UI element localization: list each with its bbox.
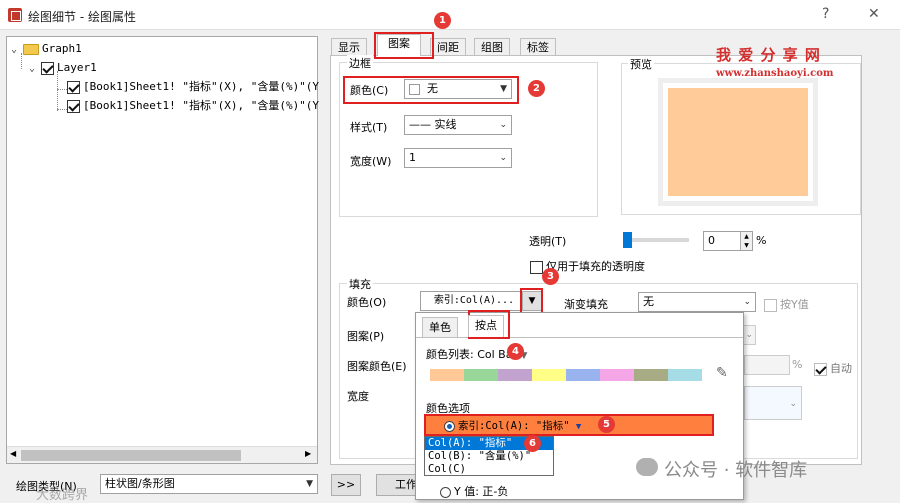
color-swatch[interactable]: [668, 369, 702, 381]
tree-horizontal-scrollbar[interactable]: ◀ ▶: [7, 446, 317, 463]
tree-node-layer[interactable]: ⌄ Layer1: [29, 60, 97, 76]
fill-group-label: 填充: [347, 276, 373, 292]
gradient-fill-label: 渐变填充: [564, 298, 608, 311]
scroll-thumb[interactable]: [21, 450, 241, 461]
scroll-left-icon[interactable]: ◀: [10, 449, 16, 458]
by-y-checkbox[interactable]: [764, 298, 777, 312]
transparency-slider[interactable]: [623, 232, 689, 248]
fill-width-select[interactable]: ⌄: [744, 386, 802, 420]
step-badge: 2: [528, 80, 545, 97]
chevron-down-icon[interactable]: ⌄: [11, 42, 23, 58]
fill-only-checkbox[interactable]: [530, 260, 543, 274]
y-value-option[interactable]: Y 值: 正-负: [440, 483, 508, 499]
step-badge: 5: [598, 416, 615, 433]
chevron-down-icon[interactable]: ⌄: [29, 61, 41, 77]
color-swatch[interactable]: [600, 369, 634, 381]
wechat-watermark: 公众号 · 软件智库: [664, 460, 808, 481]
spin-updown-icon[interactable]: ▲ ▼: [740, 232, 752, 250]
color-list-swatches[interactable]: [430, 369, 702, 381]
window-title: 绘图细节 - 绘图属性: [28, 10, 136, 24]
border-width-label: 宽度(W): [350, 155, 392, 168]
site-url-watermark: www.zhanshaoyi.com: [716, 68, 834, 79]
tab-display[interactable]: 显示: [331, 38, 367, 56]
fill-color-label: 颜色(O): [347, 296, 387, 309]
chevron-down-icon: ⌄: [743, 297, 751, 307]
annotation-box: [343, 76, 519, 104]
tab-by-point[interactable]: 按点: [468, 315, 504, 337]
transparency-label: 透明(T): [529, 235, 567, 248]
tree-node-plot[interactable]: [Book1]Sheet1! "指标"(X), "含量(%)"(Y: [67, 79, 319, 95]
pencil-icon[interactable]: ✎: [716, 365, 728, 381]
color-swatch[interactable]: [498, 369, 532, 381]
by-y-value-option[interactable]: 按Y值: [764, 296, 809, 312]
step-badge: 4: [507, 343, 524, 360]
border-group-label: 边框: [347, 55, 373, 71]
app-icon: [8, 8, 22, 22]
gradient-fill-select[interactable]: 无 ⌄: [638, 292, 756, 312]
chevron-down-icon[interactable]: ▼: [576, 422, 581, 432]
y-value-radio[interactable]: [440, 486, 451, 498]
step-badge: 3: [542, 268, 559, 285]
percent-unit: %: [792, 358, 803, 371]
chevron-down-icon: ▼: [306, 479, 313, 489]
plot-checkbox[interactable]: [67, 99, 80, 113]
border-style-label: 样式(T): [350, 121, 388, 134]
dropdown-item-col-c[interactable]: Col(C): [425, 463, 553, 475]
folder-icon: [23, 43, 39, 55]
pattern-color-label: 图案颜色(E): [347, 360, 407, 373]
chevron-down-icon: ⌄: [789, 399, 797, 409]
wechat-icon: [636, 458, 658, 476]
color-swatch[interactable]: [532, 369, 566, 381]
corner-watermark: 大数跨界: [36, 488, 89, 503]
plot-tree[interactable]: ⌄ Graph1 ⌄ Layer1 [Book1]Sheet1! "指标"(X), …: [6, 36, 319, 464]
index-option-row[interactable]: 索引:Col(A): "指标" ▼: [424, 414, 714, 436]
tree-node-graph[interactable]: ⌄ Graph1: [11, 41, 82, 57]
tree-node-plot[interactable]: [Book1]Sheet1! "指标"(X), "含量(%)"(Y: [67, 98, 319, 114]
fill-color-select[interactable]: 索引:Col(A)...: [420, 291, 524, 311]
color-swatch[interactable]: [430, 369, 464, 381]
transparency-unit: %: [756, 234, 767, 247]
preview-frame: [658, 78, 818, 206]
color-swatch[interactable]: [566, 369, 600, 381]
index-option-radio[interactable]: [444, 420, 455, 432]
chevron-down-icon: ⌄: [499, 153, 507, 163]
step-badge: 6: [524, 435, 541, 452]
help-button[interactable]: ?: [822, 6, 829, 22]
pattern-color-input[interactable]: [744, 355, 790, 375]
color-swatch[interactable]: [464, 369, 498, 381]
plot-checkbox[interactable]: [67, 80, 80, 94]
preview-group-label: 预览: [628, 56, 654, 72]
tab-single-color[interactable]: 单色: [422, 317, 458, 337]
layer-checkbox[interactable]: [41, 61, 54, 75]
tab-spacing[interactable]: 间距: [430, 38, 466, 56]
plot-type-select[interactable]: 柱状图/条形图 ▼: [100, 474, 318, 494]
chevron-down-icon: ⌄: [499, 120, 507, 130]
auto-option[interactable]: 自动: [814, 360, 852, 376]
border-width-select[interactable]: 1 ⌄: [404, 148, 512, 168]
auto-checkbox[interactable]: [814, 362, 827, 376]
slider-thumb[interactable]: [623, 232, 632, 248]
annotation-box: [374, 32, 434, 59]
preview-fill: [668, 88, 808, 196]
site-watermark: 我 爱 分 享 网: [716, 46, 821, 64]
fill-width-label: 宽度: [347, 390, 369, 403]
border-style-select[interactable]: —— 实线 ⌄: [404, 115, 512, 135]
tab-group[interactable]: 组图: [474, 38, 510, 56]
expand-button[interactable]: >>: [331, 474, 361, 496]
scroll-right-icon[interactable]: ▶: [305, 449, 311, 458]
dropdown-item-col-b[interactable]: Col(B): "含量(%)": [425, 450, 553, 463]
fill-pattern-label: 图案(P): [347, 330, 385, 343]
tab-label[interactable]: 标签: [520, 38, 556, 56]
close-button[interactable]: ✕: [868, 6, 880, 22]
chevron-down-icon: ⌄: [745, 330, 753, 340]
color-swatch[interactable]: [634, 369, 668, 381]
step-badge: 1: [434, 12, 451, 29]
transparency-input[interactable]: 0 ▲ ▼: [703, 231, 753, 251]
